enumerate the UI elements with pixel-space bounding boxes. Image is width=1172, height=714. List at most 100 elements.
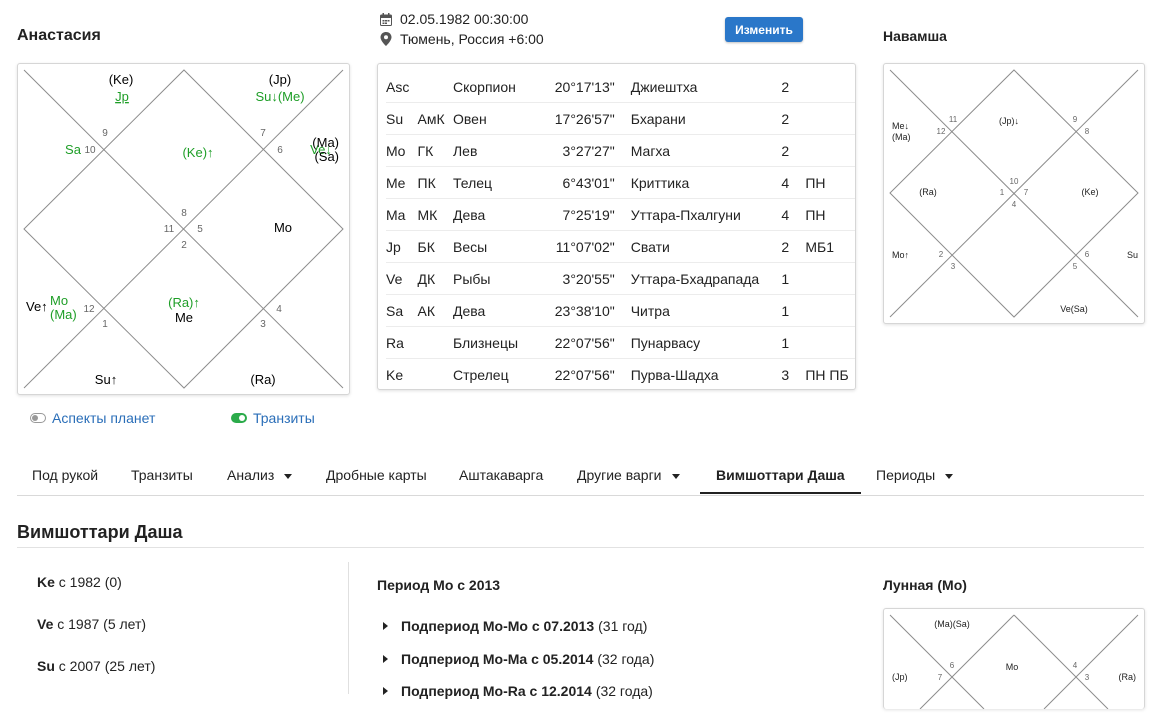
rasi-planet-label: (Ma) xyxy=(50,307,77,322)
rasi-house-number: 8 xyxy=(181,208,187,219)
caret-down-icon xyxy=(671,473,680,479)
planet-cell: 22°07'56" xyxy=(537,326,615,359)
tab-periods[interactable]: Периоды xyxy=(876,455,954,495)
dasha-period-ve[interactable]: Ve с 1987 (5 лет) xyxy=(37,616,146,632)
planet-cell: Лев xyxy=(452,134,538,167)
navamsha-planet-label: (Ra) xyxy=(919,187,937,197)
dasha-period-ke[interactable]: Ke с 1982 (0) xyxy=(37,574,122,590)
navamsha-house-number: 12 xyxy=(937,127,946,136)
planet-cell: 7°25'19" xyxy=(537,198,615,231)
planet-cell: МБ1 xyxy=(805,230,855,263)
planet-row: Ke Стрелец 22°07'56" Пурва-Шадха 3 ПН ПБ xyxy=(386,359,855,391)
navamsha-house-number: 2 xyxy=(939,250,944,259)
planet-cell: 3°20'55" xyxy=(537,262,615,295)
planet-cell: 20°17'13" xyxy=(537,71,615,103)
birth-location: Тюмень, Россия +6:00 xyxy=(380,31,544,47)
planet-row: Me ПК Телец 6°43'01" Криттика 4 ПН xyxy=(386,166,855,199)
tab-label: Транзиты xyxy=(131,467,193,483)
lunar-house-number: 3 xyxy=(1085,673,1090,682)
planet-cell: 22°07'56" xyxy=(554,366,615,383)
planet-cell: 4 xyxy=(781,166,806,199)
planet-cell: 2 xyxy=(781,71,806,103)
planet-row: Ra Близнецы 22°07'56" Пунарвасу 1 xyxy=(386,326,855,359)
birth-location-text: Тюмень, Россия +6:00 xyxy=(400,31,544,47)
lunar-planet-label: (Ra) xyxy=(1119,672,1137,682)
navamsha-planet-label: (Ma) xyxy=(892,132,911,142)
subperiod-title: Подпериод Mo-Ma с 05.2014 xyxy=(401,651,594,667)
navamsha-house-number: 8 xyxy=(1085,127,1090,136)
rasi-house-number: 12 xyxy=(83,304,95,315)
planet-cell: Читра xyxy=(614,294,782,327)
tab-vimshottari-dasha[interactable]: Вимшоттари Даша xyxy=(716,455,845,495)
planet-cell: ПН xyxy=(805,166,855,199)
planet-cell: Овен xyxy=(452,102,538,135)
birth-datetime-text: 02.05.1982 00:30:00 xyxy=(400,11,529,27)
planet-cell xyxy=(418,359,453,391)
tab-at-hand[interactable]: Под рукой xyxy=(32,455,98,495)
planet-cell: Близнецы xyxy=(452,326,538,359)
rasi-planet-label: Jp xyxy=(115,89,129,104)
tab-other-vargas[interactable]: Другие варги xyxy=(577,455,680,495)
planet-cell: МК xyxy=(417,198,453,231)
tab-transits[interactable]: Транзиты xyxy=(131,455,193,495)
rasi-planet-label: (Sa) xyxy=(314,149,339,164)
navamsha-house-number: 10 xyxy=(1010,177,1019,186)
tab-analysis[interactable]: Анализ xyxy=(227,455,293,495)
planet-cell: 2 xyxy=(781,134,806,167)
change-button[interactable]: Изменить xyxy=(725,17,803,42)
dasha-period-su[interactable]: Su с 2007 (25 лет) xyxy=(37,658,155,674)
rasi-house-number: 7 xyxy=(260,128,266,139)
birth-datetime: 02.05.1982 00:30:00 xyxy=(380,11,528,27)
dasha-period-text: с 2007 (25 лет) xyxy=(58,658,156,674)
tab-label: Другие варги xyxy=(577,467,662,483)
rasi-house-number: 2 xyxy=(181,240,187,251)
toggle-on-icon xyxy=(231,413,247,423)
navamsha-house-number: 6 xyxy=(1085,250,1090,259)
planet-cell xyxy=(805,102,855,135)
subperiod-item[interactable]: Подпериод Mo-Ma с 05.2014 (32 года) xyxy=(383,651,654,667)
planet-row: Ma МК Дева 7°25'19" Уттара-Пхалгуни 4 ПН xyxy=(386,198,855,231)
rasi-house-number: 6 xyxy=(277,145,283,156)
lunar-chart: 67 43 (Ma)(Sa) Mo (Jp) (Ra) xyxy=(889,614,1139,710)
planet-cell: Свати xyxy=(614,230,782,263)
expand-arrow-icon xyxy=(383,622,388,630)
tab-ashtakavarga[interactable]: Аштакаварга xyxy=(459,455,543,495)
tab-divisional-charts[interactable]: Дробные карты xyxy=(326,455,427,495)
planet-cell: 3°27'27" xyxy=(537,134,615,167)
subperiod-item[interactable]: Подпериод Mo-Mo с 07.2013 (31 год) xyxy=(383,618,647,634)
planet-cell: Криттика xyxy=(614,166,782,199)
subperiod-item[interactable]: Подпериод Mo-Ra с 12.2014 (32 года) xyxy=(383,683,653,699)
rasi-house-number: 11 xyxy=(164,224,175,235)
planet-row: Asc Скорпион 20°17'13" Джиештха 2 xyxy=(386,71,855,103)
planet-row: Sa АК Дева 23°38'10" Читра 1 xyxy=(386,294,855,327)
navamsha-planet-label: Mo↑ xyxy=(892,250,909,260)
expand-arrow-icon xyxy=(383,655,388,663)
toggle-transits[interactable]: Транзиты xyxy=(231,410,315,426)
toggle-transits-label: Транзиты xyxy=(253,410,315,426)
toggle-planet-aspects[interactable]: Аспекты планет xyxy=(30,410,155,426)
planet-cell xyxy=(805,71,855,103)
planet-cell: Me xyxy=(386,166,418,199)
navamsha-planet-label: (Ke) xyxy=(1081,187,1098,197)
planet-cell xyxy=(805,294,855,327)
planet-row: Su АмК Овен 17°26'57" Бхарани 2 xyxy=(386,102,855,135)
planet-cell: Пунарвасу xyxy=(614,326,782,359)
divider xyxy=(17,547,1144,548)
subperiod-duration: (32 года) xyxy=(595,683,653,699)
rasi-chart-card: 9 10 7 6 8 11 5 2 12 1 4 3 (Ke) Jp (Jp) Su↓(Me) Sa (Ke)↑… xyxy=(17,63,350,395)
dasha-period-list: Ke с 1982 (0) Ve с 1987 (5 лет) Su с 200… xyxy=(17,562,349,694)
rasi-planet-label: Su↑ xyxy=(95,372,117,387)
planet-cell: Стрелец xyxy=(452,366,509,383)
navamsha-house-number: 9 xyxy=(1073,115,1078,124)
planet-cell: ГК xyxy=(417,134,453,167)
navamsha-house-number: 7 xyxy=(1024,188,1029,197)
dasha-period-text: с 1987 (5 лет) xyxy=(57,616,147,632)
navamsha-house-number: 3 xyxy=(951,262,956,271)
planet-cell: 1 xyxy=(781,262,806,295)
navamsha-planet-label: Me↓ xyxy=(892,121,909,131)
planet-cell: Телец xyxy=(452,166,538,199)
planet-cell: 23°38'10" xyxy=(537,294,615,327)
person-name: Анастасия xyxy=(17,27,101,44)
planet-cell: Бхарани xyxy=(614,102,782,135)
rasi-planet-label: (Ke) xyxy=(109,72,134,87)
